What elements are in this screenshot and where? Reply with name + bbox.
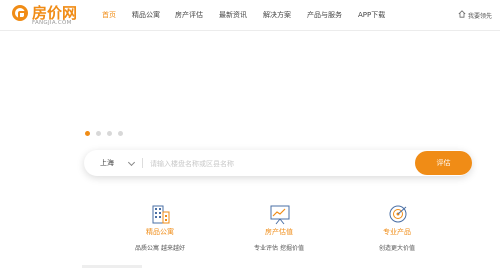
building-icon <box>152 205 170 224</box>
nav-item-apartments[interactable]: 精品公寓 <box>132 10 160 20</box>
nav-item-news[interactable]: 最新资讯 <box>219 10 247 20</box>
feature-title: 房产估值 <box>265 228 293 236</box>
search-divider <box>142 158 143 168</box>
nav-item-valuation[interactable]: 房产评估 <box>175 10 203 20</box>
search-bar: 上海 评估 <box>84 150 472 176</box>
carousel-dot-4[interactable] <box>118 131 123 136</box>
search-input[interactable] <box>148 154 402 174</box>
logo-name-en: FANGJIA.COM <box>32 20 72 26</box>
logo-icon <box>12 5 28 21</box>
chart-board-icon <box>270 205 290 225</box>
feature-title: 精品公寓 <box>146 228 174 236</box>
home-icon[interactable] <box>458 10 466 18</box>
account-link[interactable]: 我要领先 <box>468 11 492 20</box>
carousel-dot-2[interactable] <box>96 131 101 136</box>
top-header: 房价网 FANGJIA.COM 首页 精品公寓 房产评估 最新资讯 解决方案 产… <box>0 0 500 31</box>
nav-item-solutions[interactable]: 解决方案 <box>263 10 291 20</box>
feature-desc: 专业评估 挖掘价值 <box>254 245 304 252</box>
nav-item-app-download[interactable]: APP下载 <box>358 10 385 20</box>
carousel-dot-3[interactable] <box>107 131 112 136</box>
evaluate-button[interactable]: 评估 <box>415 151 472 175</box>
carousel-dot-1[interactable] <box>85 131 90 136</box>
feature-desc: 品质公寓 越来越好 <box>135 245 185 252</box>
nav-item-home[interactable]: 首页 <box>102 10 116 20</box>
target-icon <box>389 205 407 223</box>
city-selector[interactable]: 上海 <box>100 158 114 168</box>
chevron-down-icon[interactable] <box>127 158 136 167</box>
feature-title: 专业产品 <box>383 228 411 236</box>
feature-desc: 创造更大价值 <box>378 245 415 252</box>
banner-carousel <box>0 31 500 136</box>
nav-item-products[interactable]: 产品与服务 <box>307 10 342 20</box>
